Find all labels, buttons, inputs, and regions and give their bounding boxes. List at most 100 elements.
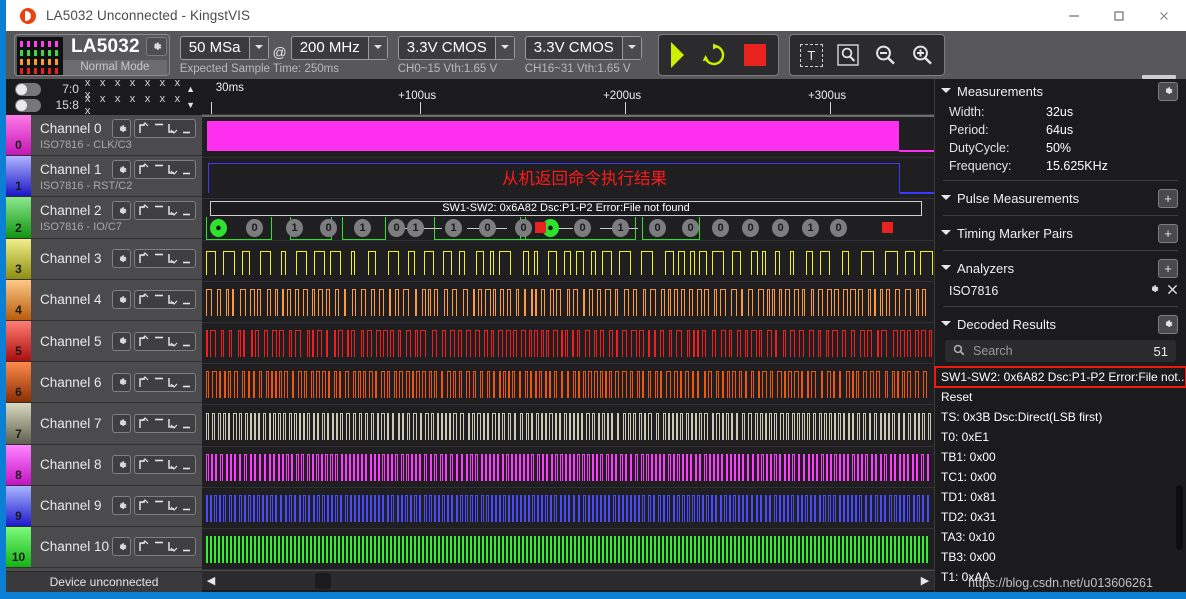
decoded-error-marker[interactable] — [535, 222, 546, 234]
channel-color-swatch[interactable]: 5 — [6, 320, 31, 362]
channel-color-swatch[interactable]: 3 — [6, 238, 31, 279]
maximize-icon[interactable] — [1096, 0, 1141, 31]
decoded-bit[interactable]: 0 — [320, 219, 337, 238]
loop-record-icon[interactable] — [700, 42, 728, 68]
scroll-right-arrow-icon[interactable]: ▶ — [916, 574, 934, 587]
channel-color-swatch[interactable]: 8 — [6, 444, 31, 485]
edge-trigger-icon[interactable] — [134, 290, 196, 310]
zoom-fit-icon[interactable] — [836, 43, 860, 67]
timing-marker-pairs-header[interactable]: Timing Marker Pairs + — [935, 221, 1186, 245]
voltage-low-select[interactable]: 3.3V CMOS — [397, 35, 515, 60]
collapse-triangle-icon[interactable] — [941, 88, 951, 98]
channel-color-swatch[interactable]: 4 — [6, 279, 31, 320]
horizontal-scrollbar[interactable]: ◀ ▶ — [202, 570, 934, 591]
play-icon[interactable] — [670, 42, 684, 68]
decoded-bit[interactable]: 0 — [742, 219, 759, 238]
channel-color-swatch[interactable]: 10 — [6, 526, 31, 568]
edge-trigger-icon[interactable] — [134, 413, 196, 433]
waveform-row[interactable] — [202, 364, 934, 406]
close-icon[interactable] — [1141, 0, 1186, 31]
decoded-bit[interactable]: 0 — [388, 219, 405, 238]
decoded-results-header[interactable]: Decoded Results — [935, 312, 1186, 336]
collapse-triangle-icon[interactable] — [941, 195, 951, 205]
decoded-result-row[interactable]: TS: 0x3B Dsc:Direct(LSB first) — [935, 407, 1186, 427]
device-mode[interactable]: Normal Mode — [63, 59, 167, 75]
decoded-result-row-selected[interactable]: SW1-SW2: 0x6A82 Dsc:P1-P2 Error:File not… — [934, 366, 1186, 388]
decoded-result-row[interactable]: TC1: 0x00 — [935, 467, 1186, 487]
waveform-row[interactable]: 从机返回命令执行结果 — [202, 158, 934, 200]
channel-gear-icon[interactable] — [112, 413, 131, 433]
decoded-bit[interactable]: 1 — [802, 219, 819, 238]
edge-trigger-icon[interactable] — [134, 496, 196, 516]
chevron-down-icon[interactable] — [367, 36, 387, 59]
decoded-results-list[interactable]: SW1-SW2: 0x6A82 Dsc:P1-P2 Error:File not… — [934, 366, 1186, 587]
group-toggle-7-0[interactable] — [15, 82, 41, 96]
channel-gear-icon[interactable] — [112, 537, 131, 557]
channel-row[interactable]: 7 Channel 7 — [6, 403, 202, 445]
waveform-row[interactable]: SW1-SW2: 0x6A82 Dsc:P1-P2 Error:File not… — [202, 199, 934, 241]
channel-gear-icon[interactable] — [112, 331, 131, 351]
decoded-result-row[interactable]: TD2: 0x31 — [935, 507, 1186, 527]
channel-color-swatch[interactable]: 1 — [6, 156, 31, 197]
pulse-measurements-header[interactable]: Pulse Measurements + — [935, 186, 1186, 210]
edge-trigger-icon[interactable] — [134, 201, 196, 221]
channel-color-swatch[interactable]: 6 — [6, 362, 31, 403]
channel-row[interactable]: 0 Channel 0 ISO7816 - CLK/C3 — [6, 115, 202, 157]
channel-row[interactable]: 10 Channel 10 — [6, 526, 202, 569]
channel-gear-icon[interactable] — [112, 372, 131, 392]
measurements-gear-icon[interactable] — [1158, 81, 1178, 101]
add-pulse-measurement-button[interactable]: + — [1158, 188, 1178, 208]
channel-row[interactable]: 2 Channel 2 ISO7816 - IO/C7 — [6, 197, 202, 239]
collapse-triangle-icon[interactable] — [941, 230, 951, 240]
waveform-row[interactable] — [202, 528, 934, 571]
sample-rate-select[interactable]: 50 MSa — [179, 35, 269, 60]
channel-group-row[interactable]: 15:8 x x x x x x x x ▼ — [6, 93, 202, 117]
decoded-frame-label[interactable]: SW1-SW2: 0x6A82 Dsc:P1-P2 Error:File not… — [210, 201, 922, 217]
channel-row[interactable]: 5 Channel 5 — [6, 320, 202, 363]
scroll-left-arrow-icon[interactable]: ◀ — [202, 574, 220, 587]
measurements-header[interactable]: Measurements — [935, 79, 1186, 103]
edge-trigger-icon[interactable] — [134, 537, 196, 557]
channel-gear-icon[interactable] — [112, 496, 131, 516]
frequency-select[interactable]: 200 MHz — [290, 35, 388, 60]
waveform-row[interactable] — [202, 487, 934, 529]
analyzers-header[interactable]: Analyzers + — [935, 256, 1186, 280]
analyzer-close-icon[interactable] — [1167, 284, 1178, 298]
chevron-down-icon[interactable]: ▼ — [186, 100, 195, 110]
chevron-up-icon[interactable]: ▲ — [186, 84, 195, 94]
stop-icon[interactable] — [743, 44, 766, 66]
channel-row[interactable]: 3 Channel 3 — [6, 238, 202, 280]
channel-row[interactable]: 6 Channel 6 — [6, 362, 202, 404]
chevron-down-icon[interactable] — [621, 36, 641, 59]
waveform-row[interactable] — [202, 281, 934, 323]
waveform-row[interactable] — [202, 446, 934, 488]
decoded-result-row[interactable]: TB3: 0x00 — [935, 547, 1186, 567]
collapse-triangle-icon[interactable] — [941, 265, 951, 275]
text-tool-icon[interactable]: T — [799, 43, 823, 67]
decoded-bit[interactable]: 0 — [830, 219, 847, 238]
channel-color-swatch[interactable]: 2 — [6, 197, 31, 238]
channel-gear-icon[interactable] — [112, 160, 131, 180]
edge-trigger-icon[interactable] — [134, 372, 196, 392]
zoom-out-icon[interactable] — [873, 43, 897, 67]
edge-trigger-icon[interactable] — [134, 455, 196, 475]
decoded-results-gear-icon[interactable] — [1158, 314, 1178, 334]
decoded-result-row[interactable]: T0: 0xE1 — [935, 427, 1186, 447]
channel-gear-icon[interactable] — [112, 290, 131, 310]
channel-row[interactable]: 9 Channel 9 — [6, 485, 202, 527]
scroll-track[interactable] — [220, 572, 916, 590]
voltage-high-select[interactable]: 3.3V CMOS — [524, 35, 642, 60]
waveform-row[interactable] — [202, 322, 934, 365]
channel-gear-icon[interactable] — [112, 455, 131, 475]
waveform-row[interactable] — [202, 405, 934, 447]
decoded-error-marker[interactable] — [882, 222, 893, 234]
minimize-icon[interactable] — [1051, 0, 1096, 31]
analyzer-gear-icon[interactable] — [1148, 283, 1160, 298]
zoom-in-icon[interactable] — [910, 43, 934, 67]
decoded-bit[interactable]: 0 — [772, 219, 789, 238]
channel-row[interactable]: 4 Channel 4 — [6, 279, 202, 321]
channel-gear-icon[interactable] — [112, 249, 131, 269]
decoded-result-row[interactable]: TD1: 0x81 — [935, 487, 1186, 507]
waveform-row[interactable] — [202, 117, 934, 159]
channel-gear-icon[interactable] — [112, 119, 131, 139]
